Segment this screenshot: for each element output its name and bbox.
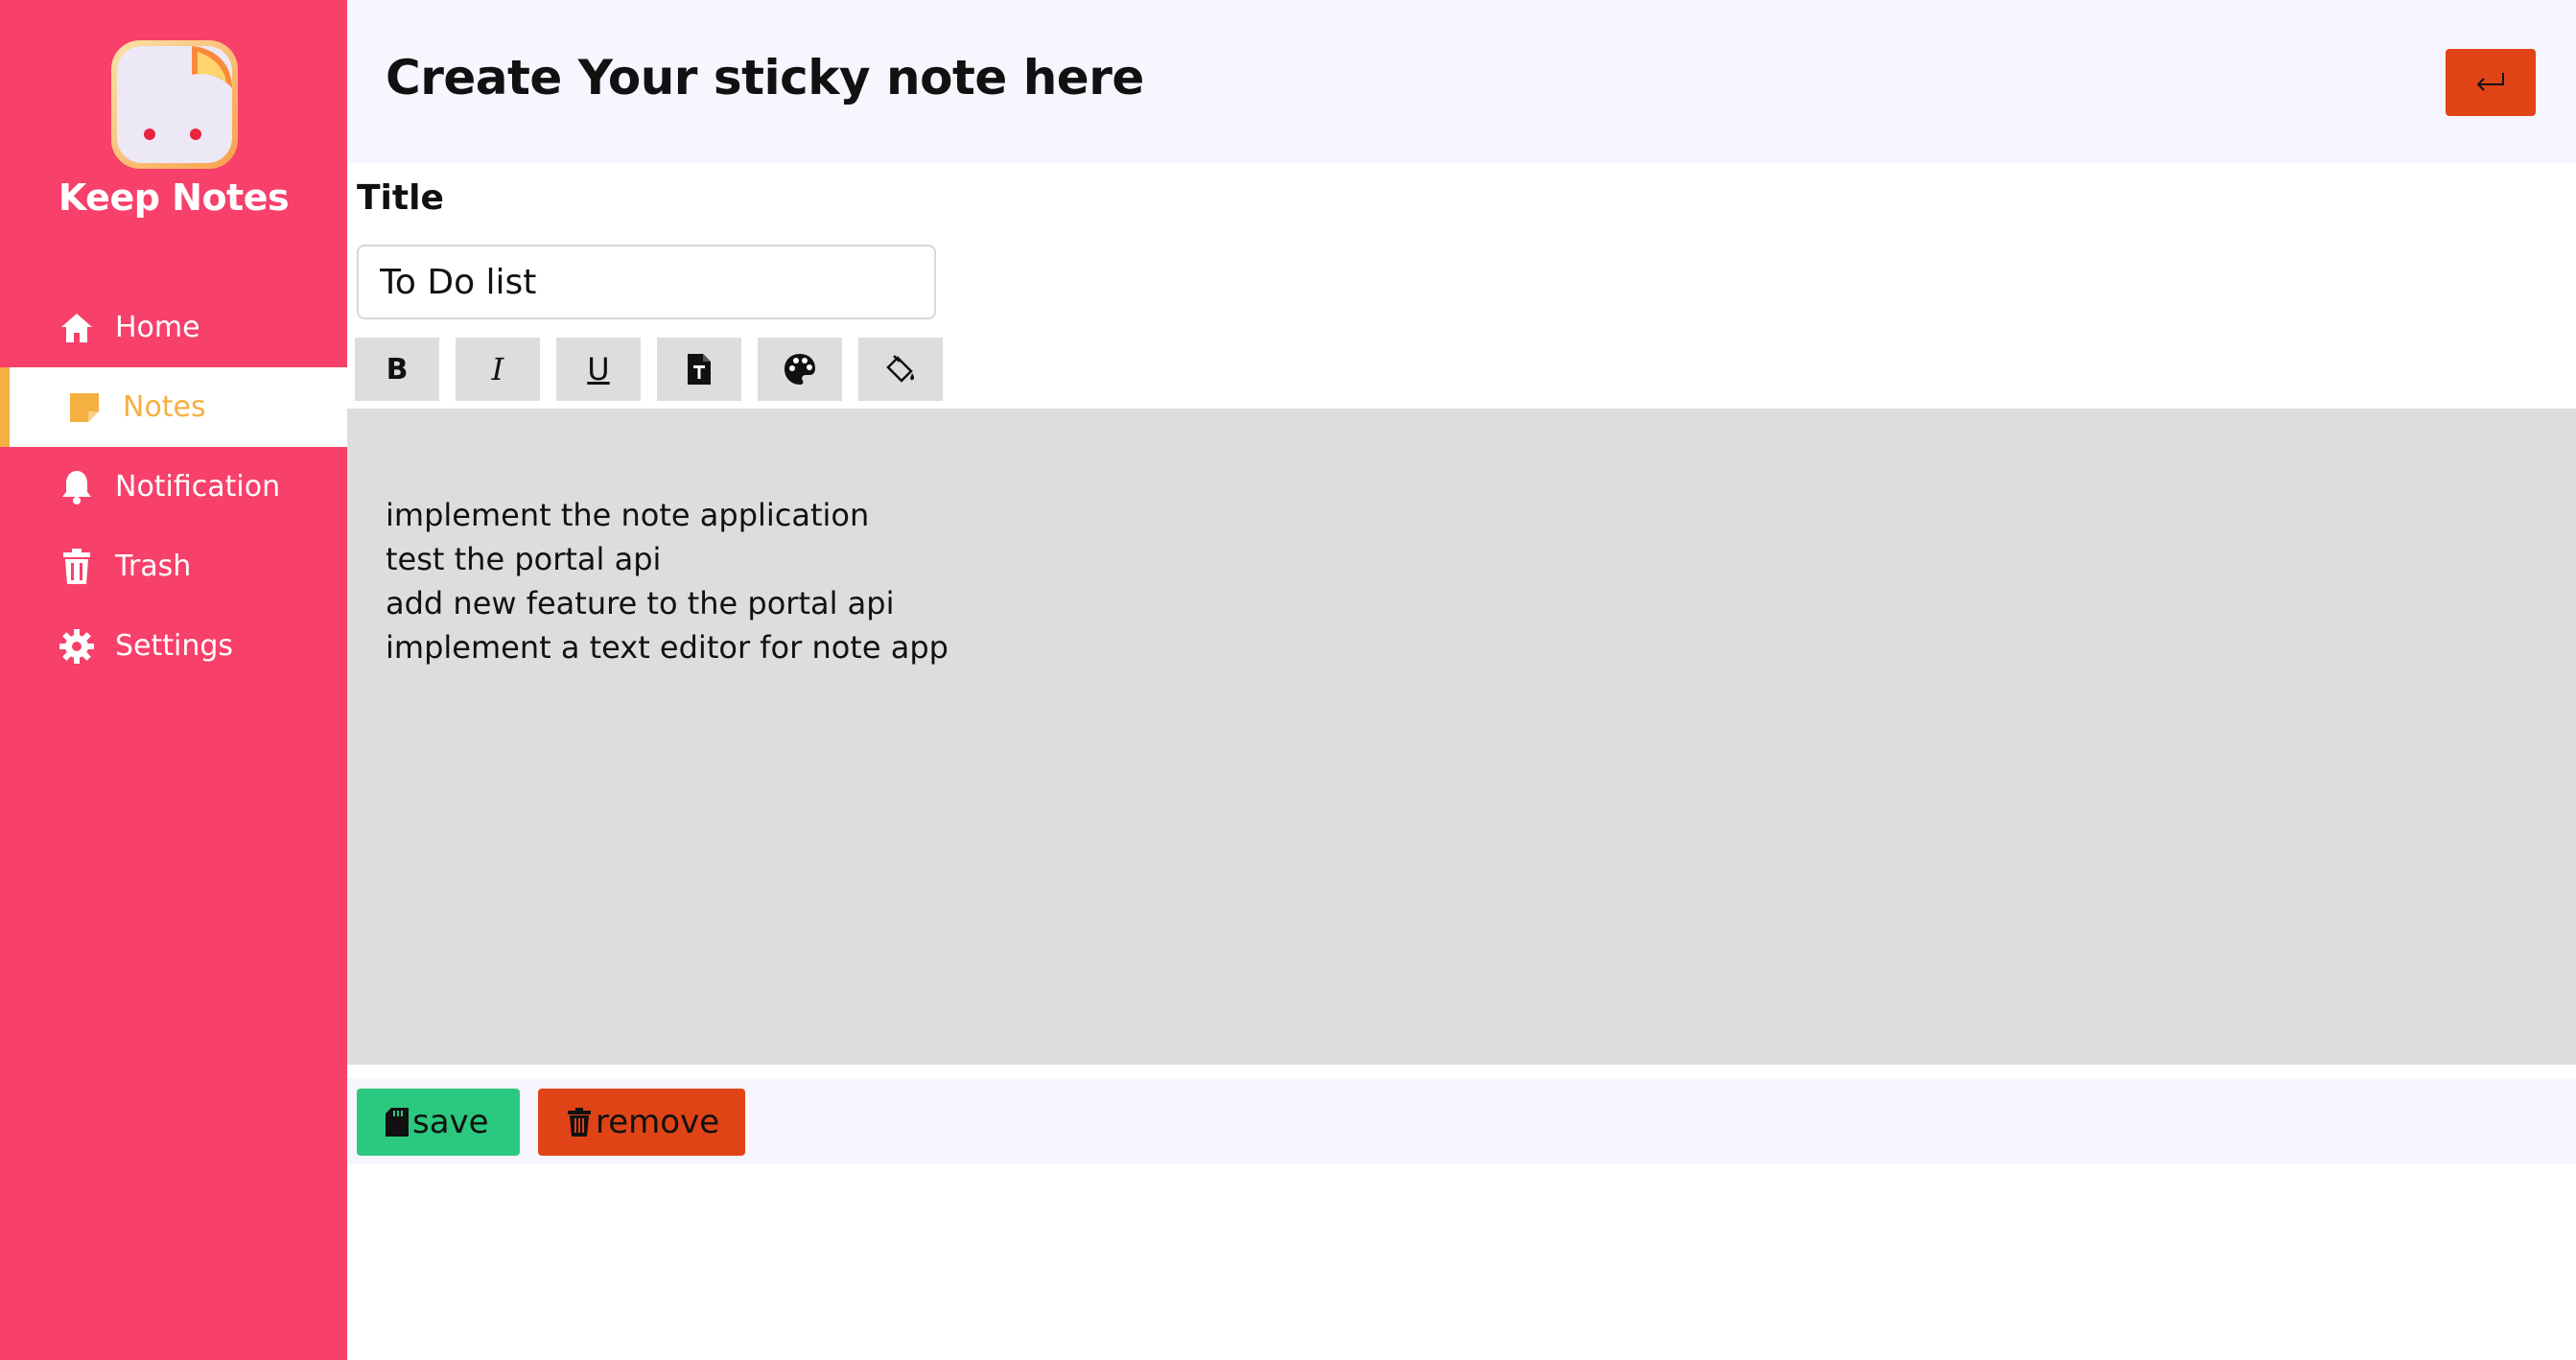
trash-icon bbox=[58, 548, 96, 586]
editor-line: implement a text editor for note app bbox=[386, 629, 948, 666]
home-icon bbox=[58, 309, 96, 347]
file-text-icon bbox=[688, 354, 711, 385]
editor-line: test the portal api bbox=[386, 541, 662, 577]
back-button[interactable] bbox=[2446, 49, 2536, 116]
gear-icon bbox=[58, 627, 96, 666]
title-label: Title bbox=[357, 178, 444, 218]
sidebar-item-settings[interactable]: Settings bbox=[0, 606, 347, 686]
page-title: Create Your sticky note here bbox=[386, 50, 1144, 106]
bell-icon bbox=[58, 468, 96, 506]
note-editor[interactable]: implement the note application test the … bbox=[347, 409, 2576, 1065]
sd-card-icon bbox=[386, 1108, 409, 1137]
palette-icon bbox=[785, 354, 815, 385]
actions-bar: save remove bbox=[347, 1078, 2576, 1164]
sidebar: Keep Notes Home Notes Notification Trash… bbox=[0, 0, 347, 1360]
app-logo-icon bbox=[111, 40, 238, 169]
sidebar-nav: Home Notes Notification Trash Settings bbox=[0, 288, 347, 686]
remove-label: remove bbox=[596, 1103, 720, 1141]
save-button[interactable]: save bbox=[357, 1089, 520, 1156]
sidebar-item-notification[interactable]: Notification bbox=[0, 447, 347, 527]
italic-button[interactable]: I bbox=[456, 338, 540, 401]
app-brand: Keep Notes bbox=[58, 176, 290, 219]
editor-line: implement the note application bbox=[386, 497, 870, 533]
sidebar-item-label: Settings bbox=[115, 629, 234, 663]
sidebar-item-home[interactable]: Home bbox=[0, 288, 347, 367]
sidebar-item-label: Trash bbox=[115, 550, 192, 583]
app: Keep Notes Home Notes Notification Trash… bbox=[0, 0, 2576, 1360]
format-toolbar: B I U bbox=[355, 338, 943, 401]
remove-button[interactable]: remove bbox=[538, 1089, 745, 1156]
trash-icon bbox=[567, 1108, 592, 1137]
sticky-note-icon bbox=[65, 388, 104, 427]
fill-color-button[interactable] bbox=[858, 338, 943, 401]
font-file-button[interactable] bbox=[657, 338, 741, 401]
color-palette-button[interactable] bbox=[758, 338, 842, 401]
sidebar-item-notes[interactable]: Notes bbox=[0, 367, 347, 447]
bold-button[interactable]: B bbox=[355, 338, 439, 401]
editor-line: add new feature to the portal api bbox=[386, 585, 895, 621]
paint-bucket-icon bbox=[886, 355, 915, 383]
sidebar-item-trash[interactable]: Trash bbox=[0, 527, 347, 606]
title-input[interactable] bbox=[357, 245, 936, 319]
underline-button[interactable]: U bbox=[556, 338, 641, 401]
save-label: save bbox=[412, 1103, 489, 1141]
sidebar-item-label: Home bbox=[115, 311, 200, 344]
page-header: Create Your sticky note here bbox=[347, 0, 2576, 163]
return-arrow-icon bbox=[2476, 73, 2504, 91]
sidebar-item-label: Notes bbox=[123, 390, 206, 424]
sidebar-item-label: Notification bbox=[115, 470, 281, 504]
